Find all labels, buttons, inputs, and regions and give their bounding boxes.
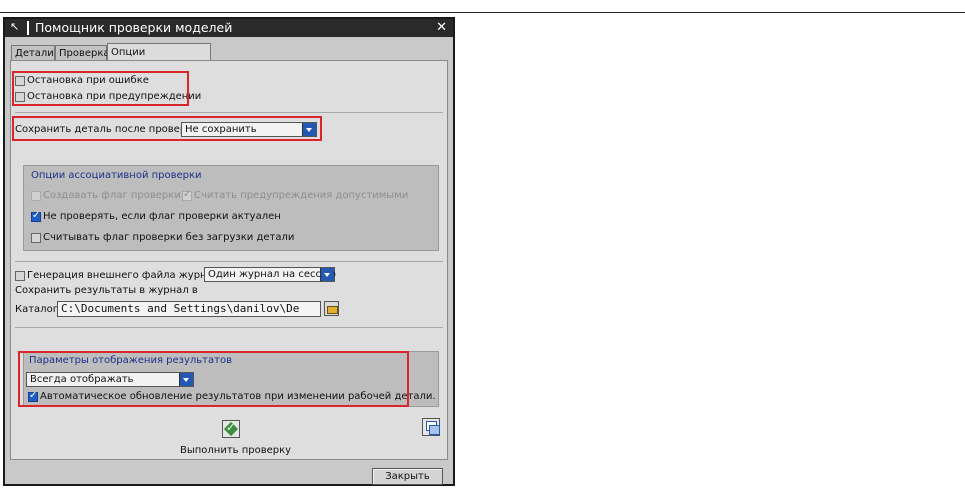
divider [15, 261, 443, 262]
run-options-panel: Остановка при ошибке Остановка при преду… [10, 60, 448, 460]
associative-options-group: Опции ассоциативной проверки Создавать ф… [23, 165, 439, 251]
highlight-save-part [12, 116, 322, 141]
model-check-dialog: ↖ Помощник проверки моделей ✕ Детали Про… [3, 17, 455, 486]
page-rule [0, 12, 965, 13]
tab-run-options[interactable]: Опции выполнения [107, 43, 211, 76]
run-check-label[interactable]: Выполнить проверку [180, 445, 291, 457]
log-mode-value: Один журнал на сессию [208, 269, 336, 280]
highlight-display-results [18, 351, 409, 407]
create-flag-label: Создавать флаг проверки [43, 190, 181, 201]
title-bar: ↖ Помощник проверки моделей ✕ [5, 19, 453, 37]
pointer-icon[interactable]: ↖ [10, 21, 22, 33]
divider [15, 327, 443, 328]
read-without-load-label: Считывать флаг проверки без загрузки дет… [43, 232, 295, 243]
divider [15, 112, 443, 113]
log-mode-select[interactable]: Один журнал на сессию [204, 267, 336, 282]
warnings-allowed-label: Считать предупреждения допустимыми [194, 190, 409, 201]
highlight-stop-options [12, 71, 189, 106]
associative-group-title: Опции ассоциативной проверки [31, 170, 202, 181]
generate-log-label: Генерация внешнего файла журнала [27, 270, 226, 281]
windows-icon[interactable] [422, 418, 440, 436]
skip-if-current-checkbox[interactable] [31, 210, 41, 222]
read-without-load-checkbox[interactable] [31, 233, 41, 243]
run-check-icon[interactable] [222, 420, 240, 438]
save-results-label: Сохранить результаты в журнал в [15, 285, 198, 296]
tab-details[interactable]: Детали [11, 45, 55, 60]
skip-if-current-label: Не проверять, если флаг проверки актуале… [43, 211, 281, 222]
window-title: Помощник проверки моделей [35, 20, 233, 35]
folder-icon[interactable] [324, 301, 339, 316]
title-separator [27, 21, 29, 35]
catalog-label: Каталог [15, 304, 58, 315]
catalog-path-input[interactable]: C:\Documents and Settings\danilov\De [57, 301, 321, 317]
warnings-allowed-checkbox[interactable] [182, 189, 192, 201]
generate-log-checkbox[interactable] [15, 271, 25, 281]
close-button[interactable]: Закрыть [372, 468, 443, 485]
create-flag-checkbox[interactable] [31, 191, 41, 201]
close-icon[interactable]: ✕ [436, 20, 447, 36]
tab-check[interactable]: Проверка [55, 45, 110, 60]
chevron-down-icon[interactable] [320, 268, 334, 281]
